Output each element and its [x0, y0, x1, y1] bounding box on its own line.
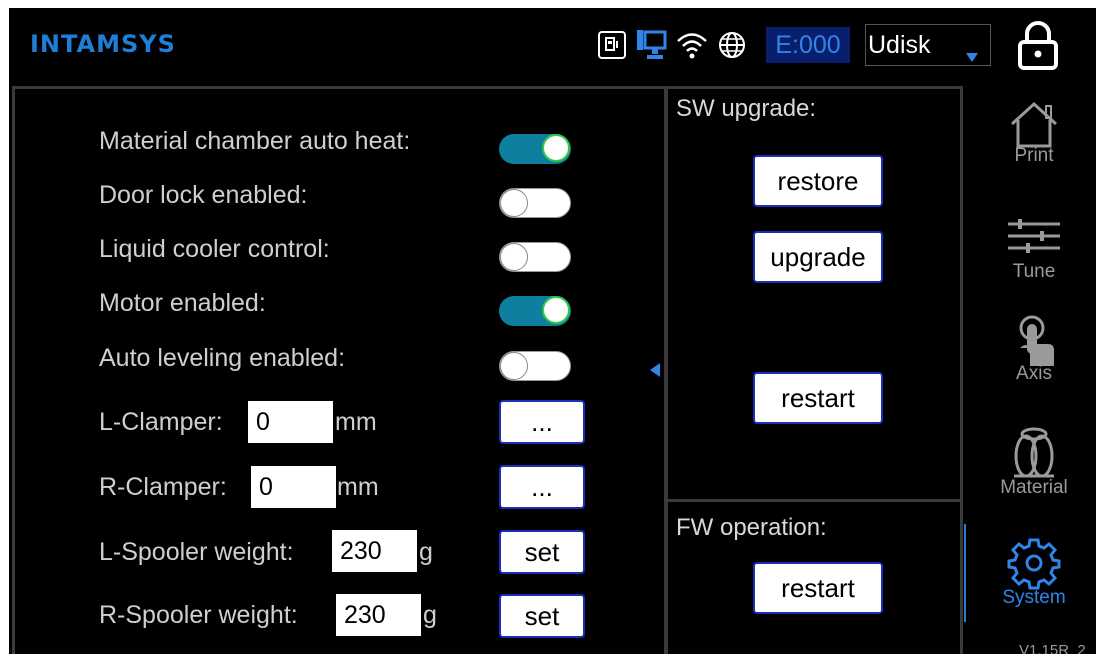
- network-icon: [635, 28, 667, 62]
- toggle-label-auto-leveling: Auto leveling enabled:: [99, 344, 346, 372]
- toggle-knob: [542, 296, 570, 324]
- toggle-auto-leveling[interactable]: [499, 351, 571, 381]
- l-clamper-more-button[interactable]: ...: [499, 400, 585, 444]
- l-spooler-input[interactable]: 230: [332, 530, 417, 572]
- version-label: V1.15R_2: [1019, 642, 1086, 654]
- sliders-icon: [1006, 219, 1062, 260]
- toggle-knob: [500, 189, 528, 217]
- collapse-arrow-icon[interactable]: [650, 363, 660, 382]
- l-clamper-label: L-Clamper:: [99, 408, 223, 436]
- restore-button[interactable]: restore: [753, 155, 883, 207]
- r-clamper-unit: mm: [337, 473, 379, 501]
- sw-restart-button[interactable]: restart: [753, 372, 883, 424]
- r-clamper-more-button[interactable]: ...: [499, 465, 585, 509]
- toggle-knob: [500, 352, 528, 380]
- sw-upgrade-title: SW upgrade:: [676, 95, 817, 122]
- nav-item-tune[interactable]: Tune: [994, 216, 1074, 283]
- storage-select-value: Udisk: [868, 30, 931, 59]
- l-spooler-label: L-Spooler weight:: [99, 538, 294, 566]
- r-spooler-input[interactable]: 230: [336, 594, 421, 636]
- l-clamper-input[interactable]: 0: [248, 401, 333, 443]
- fw-restart-button[interactable]: restart: [753, 562, 883, 614]
- toggle-label-motor: Motor enabled:: [99, 289, 266, 317]
- toggle-knob: [542, 134, 570, 162]
- toggle-label-liquid-cooler: Liquid cooler control:: [99, 235, 330, 263]
- storage-select[interactable]: Udisk: [865, 24, 991, 66]
- l-clamper-unit: mm: [335, 408, 377, 436]
- chevron-down-icon: [966, 40, 978, 69]
- fw-operation-title: FW operation:: [676, 514, 827, 541]
- toggle-chamber-heat[interactable]: [499, 134, 571, 164]
- nav-label-material: Material: [1000, 477, 1068, 498]
- toggle-motor[interactable]: [499, 296, 571, 326]
- toggle-label-chamber-heat: Material chamber auto heat:: [99, 127, 411, 155]
- error-code-badge[interactable]: E:000: [766, 27, 850, 63]
- r-clamper-label: R-Clamper:: [99, 473, 227, 501]
- status-icons: [597, 26, 755, 64]
- nav-item-print[interactable]: Print: [994, 100, 1074, 167]
- l-spooler-set-button[interactable]: set: [499, 530, 585, 574]
- usb-device-icon: [597, 30, 627, 60]
- l-spooler-unit: g: [419, 538, 433, 566]
- nav-label-tune: Tune: [1012, 261, 1056, 282]
- settings-panel: Material chamber auto heat: Door lock en…: [12, 86, 667, 654]
- printer-screen: INTAMSYS E:000 Udisk Material chamber au…: [9, 8, 1096, 654]
- fw-operation-panel: FW operation: restart: [665, 499, 963, 654]
- nav-item-system[interactable]: System: [994, 536, 1074, 609]
- nav-label-system: System: [1002, 587, 1066, 608]
- globe-icon: [717, 30, 747, 60]
- r-spooler-label: R-Spooler weight:: [99, 601, 298, 629]
- upgrade-button[interactable]: upgrade: [753, 231, 883, 283]
- nav-divider: [964, 524, 966, 622]
- r-spooler-unit: g: [423, 601, 437, 629]
- nav-item-material[interactable]: Material: [994, 426, 1074, 499]
- r-clamper-input[interactable]: 0: [251, 466, 336, 508]
- toggle-door-lock[interactable]: [499, 188, 571, 218]
- sw-upgrade-panel: SW upgrade: restore upgrade restart: [665, 86, 963, 502]
- lock-icon[interactable]: [1016, 20, 1060, 75]
- r-spooler-set-button[interactable]: set: [499, 594, 585, 638]
- brand-logo: INTAMSYS: [30, 30, 176, 58]
- toggle-liquid-cooler[interactable]: [499, 242, 571, 272]
- toggle-knob: [500, 243, 528, 271]
- wifi-icon: [675, 30, 709, 60]
- toggle-label-door-lock: Door lock enabled:: [99, 181, 308, 209]
- nav-item-axis[interactable]: Axis: [994, 314, 1074, 385]
